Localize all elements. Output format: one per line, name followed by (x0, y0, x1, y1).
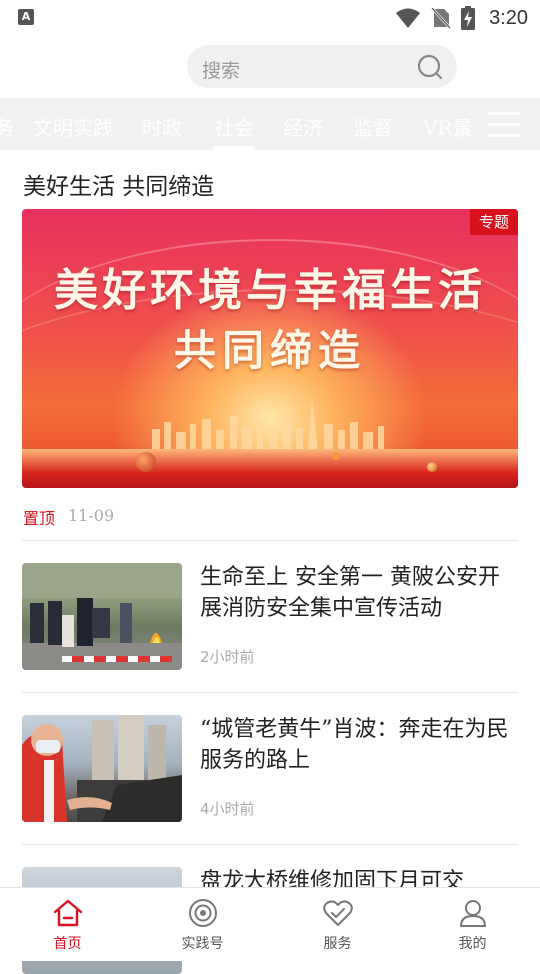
app-notification-icon: A (18, 9, 34, 25)
profile-icon (459, 900, 486, 927)
tab-partial[interactable]: 务 (0, 112, 14, 141)
tab-vr[interactable]: VR景 (423, 112, 473, 141)
pinned-label: 置顶 (23, 509, 56, 528)
feature-banner[interactable]: 美好环境与幸福生活 共同缔造 专题 (22, 209, 518, 488)
service-icon (322, 900, 353, 926)
news-thumbnail[interactable] (22, 563, 182, 670)
city-worker-photo (22, 715, 182, 822)
battery-charging-icon (461, 6, 476, 30)
search-placeholder: 搜索 (202, 60, 241, 82)
banner-headline: 美好环境与幸福生活 (54, 265, 486, 316)
nav-item-home[interactable]: 首页 (0, 888, 135, 961)
status-bar: A 3:20 (0, 0, 540, 36)
news-time: 4小时前 (200, 800, 255, 818)
nav-label-service: 服务 (323, 936, 352, 952)
active-tab-indicator (213, 146, 255, 150)
wifi-icon (396, 8, 421, 28)
category-tabs: 务 文明实践 时政 社会 经济 监督 VR景 (0, 98, 540, 150)
status-icons: 3:20 (395, 4, 528, 32)
clock: 3:20 (489, 6, 528, 29)
tab-society[interactable]: 社会 (214, 112, 254, 141)
banner-subheadline: 共同缔造 (173, 326, 366, 375)
search-icon[interactable] (417, 54, 443, 80)
topic-badge: 专题 (470, 209, 518, 235)
home-icon (53, 899, 82, 927)
tab-supervision[interactable]: 监督 (353, 112, 393, 141)
firefighter-photo (22, 563, 182, 670)
nav-item-profile[interactable]: 我的 (405, 888, 540, 961)
divider (22, 692, 518, 693)
nav-item-practice[interactable]: 实践号 (135, 888, 270, 961)
city-skyline-graphic (152, 399, 384, 449)
tab-economy[interactable]: 经济 (283, 112, 323, 141)
feature-date: 11-09 (68, 506, 115, 525)
decor-ball (332, 452, 340, 460)
decor-ball (136, 452, 156, 472)
tab-politics[interactable]: 时政 (142, 112, 182, 141)
banner-base (22, 449, 518, 488)
news-time: 2小时前 (200, 648, 255, 666)
nav-label-profile: 我的 (458, 936, 487, 952)
news-title[interactable]: 生命至上 安全第一 黄陂公安开展消防安全集中宣传活动 (200, 562, 518, 624)
nav-item-service[interactable]: 服务 (270, 888, 405, 961)
nav-label-practice: 实践号 (181, 936, 224, 952)
divider (22, 540, 518, 541)
tab-civilization[interactable]: 文明实践 (33, 112, 113, 141)
no-sim-icon (431, 7, 451, 29)
decor-ball (427, 462, 437, 472)
practice-icon (188, 899, 217, 927)
divider (22, 844, 518, 845)
news-title[interactable]: “城管老黄牛”肖波：奔走在为民服务的路上 (200, 714, 518, 776)
nav-label-home: 首页 (53, 936, 82, 952)
menu-icon[interactable] (488, 108, 520, 140)
search-bar[interactable]: 搜索 (187, 45, 457, 88)
feature-title[interactable]: 美好生活 共同缔造 (23, 167, 214, 201)
bottom-nav: 首页 实践号 服务 我的 (0, 887, 540, 961)
news-thumbnail[interactable] (22, 715, 182, 822)
